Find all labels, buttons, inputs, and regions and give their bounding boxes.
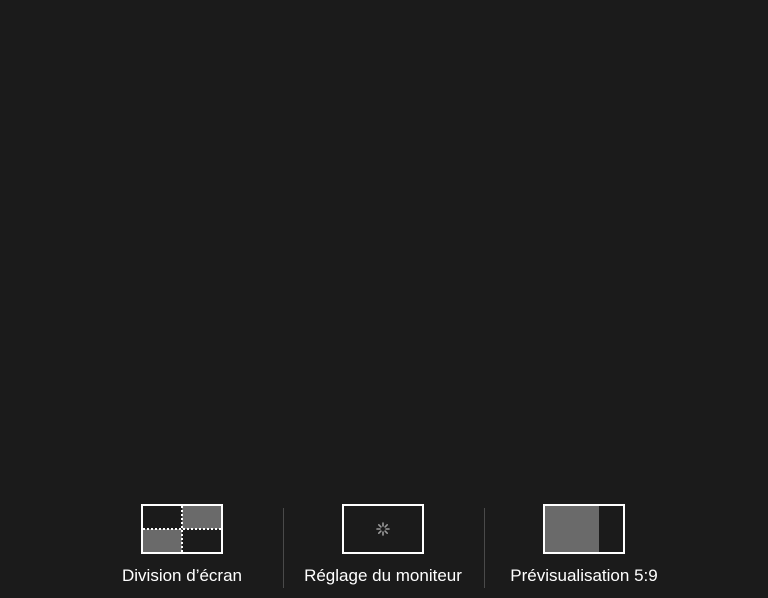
aspect-preview-option[interactable]: Prévisualisation 5:9 [484,500,684,592]
aspect-preview-icon [543,504,625,554]
split-screen-option[interactable]: Division d’écran [82,500,282,592]
monitor-adjust-option[interactable]: Réglage du moniteur [283,500,483,592]
monitor-adjust-label: Réglage du moniteur [304,566,462,585]
split-screen-label: Division d’écran [122,566,242,585]
aspect-preview-label: Prévisualisation 5:9 [510,566,658,585]
monitor-adjust-icon [342,504,424,554]
split-screen-icon [141,504,223,554]
screen: Division d’écran Réglage du moniteur Pré… [0,0,768,598]
brightness-icon [376,522,390,536]
display-mode-bar: Division d’écran Réglage du moniteur Pré… [0,500,768,598]
